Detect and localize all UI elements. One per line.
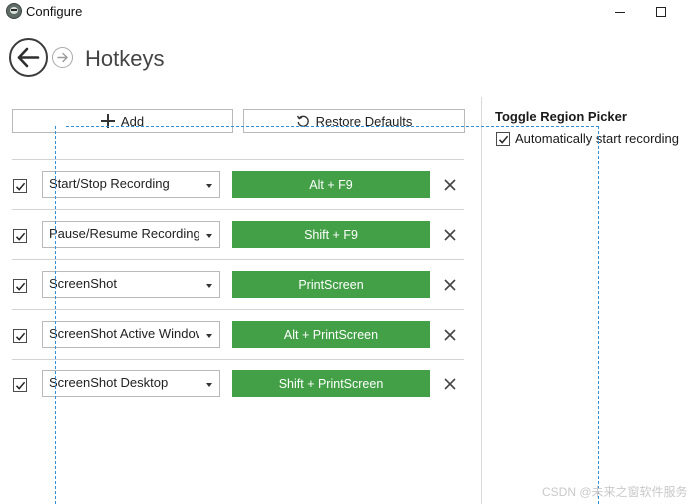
hotkey-enabled-checkbox[interactable] <box>13 229 27 243</box>
maximize-button[interactable] <box>638 0 684 24</box>
chevron-down-icon <box>206 184 212 188</box>
minimize-icon <box>615 11 625 13</box>
back-button[interactable] <box>9 38 48 77</box>
checkmark-icon <box>15 182 26 191</box>
auto-start-checkbox[interactable] <box>496 132 510 146</box>
restore-defaults-label: Restore Defaults <box>315 113 413 129</box>
hotkey-row: ScreenShot Active Window Alt + PrintScre… <box>12 309 464 359</box>
checkmark-icon <box>15 332 26 341</box>
hotkey-row: Start/Stop Recording Alt + F9 <box>12 159 464 209</box>
panel-divider <box>481 97 482 504</box>
hotkey-keys-button[interactable]: Shift + PrintScreen <box>232 370 430 397</box>
plus-icon <box>100 114 115 128</box>
checkmark-icon <box>15 282 26 291</box>
hotkey-action-select[interactable]: Pause/Resume Recording <box>42 221 220 248</box>
hotkey-action-select[interactable]: ScreenShot Desktop <box>42 370 220 397</box>
remove-hotkey-button[interactable] <box>443 377 457 391</box>
page-title: Hotkeys <box>85 46 165 71</box>
hotkey-enabled-checkbox[interactable] <box>13 378 27 392</box>
hotkey-keys-button[interactable]: Alt + PrintScreen <box>232 321 430 348</box>
hotkey-action-value: Pause/Resume Recording <box>49 226 199 241</box>
hotkey-row: ScreenShot PrintScreen <box>12 259 464 309</box>
remove-hotkey-button[interactable] <box>443 328 457 342</box>
restore-defaults-button[interactable]: Restore Defaults <box>243 109 465 133</box>
checkmark-icon <box>15 381 26 390</box>
hotkey-keys-button[interactable]: PrintScreen <box>232 271 430 298</box>
hotkey-action-value: ScreenShot Active Window <box>49 326 199 341</box>
arrow-left-icon <box>17 47 40 68</box>
window-title: Configure <box>26 4 83 19</box>
hotkey-enabled-checkbox[interactable] <box>13 279 27 293</box>
maximize-icon <box>656 7 666 17</box>
hotkey-action-select[interactable]: ScreenShot <box>42 271 220 298</box>
chevron-down-icon <box>206 383 212 387</box>
arrow-right-icon <box>57 52 68 63</box>
chevron-down-icon <box>206 234 212 238</box>
hotkey-action-value: Start/Stop Recording <box>49 176 170 191</box>
chevron-down-icon <box>206 334 212 338</box>
hotkey-row: ScreenShot Desktop Shift + PrintScreen <box>12 359 464 409</box>
app-avatar-icon <box>6 3 22 19</box>
hotkey-action-select[interactable]: Start/Stop Recording <box>42 171 220 198</box>
remove-hotkey-button[interactable] <box>443 278 457 292</box>
checkmark-icon <box>15 232 26 241</box>
auto-start-label: Automatically start recording <box>515 131 680 146</box>
chevron-down-icon <box>206 284 212 288</box>
watermark-text: CSDN @未来之窗软件服务 <box>542 485 688 499</box>
hotkey-action-select[interactable]: ScreenShot Active Window <box>42 321 220 348</box>
forward-button[interactable] <box>52 47 73 68</box>
add-label: Add <box>120 113 145 129</box>
hotkey-action-value: ScreenShot Desktop <box>49 375 169 390</box>
guide-line-vertical-right <box>598 126 599 504</box>
remove-hotkey-button[interactable] <box>443 228 457 242</box>
restore-icon <box>296 115 309 127</box>
hotkey-enabled-checkbox[interactable] <box>13 329 27 343</box>
checkmark-icon <box>498 135 509 144</box>
hotkey-keys-button[interactable]: Alt + F9 <box>232 171 430 198</box>
hotkey-keys-button[interactable]: Shift + F9 <box>232 221 430 248</box>
hotkey-row: Pause/Resume Recording Shift + F9 <box>12 209 464 259</box>
configure-window: Configure Hotkeys Add Restore Defaults S… <box>0 0 698 504</box>
remove-hotkey-button[interactable] <box>443 178 457 192</box>
add-button[interactable]: Add <box>12 109 233 133</box>
title-bar: Configure <box>0 0 698 24</box>
region-picker-heading: Toggle Region Picker <box>495 109 627 124</box>
hotkey-action-value: ScreenShot <box>49 276 117 291</box>
minimize-button[interactable] <box>597 0 643 24</box>
hotkey-enabled-checkbox[interactable] <box>13 179 27 193</box>
